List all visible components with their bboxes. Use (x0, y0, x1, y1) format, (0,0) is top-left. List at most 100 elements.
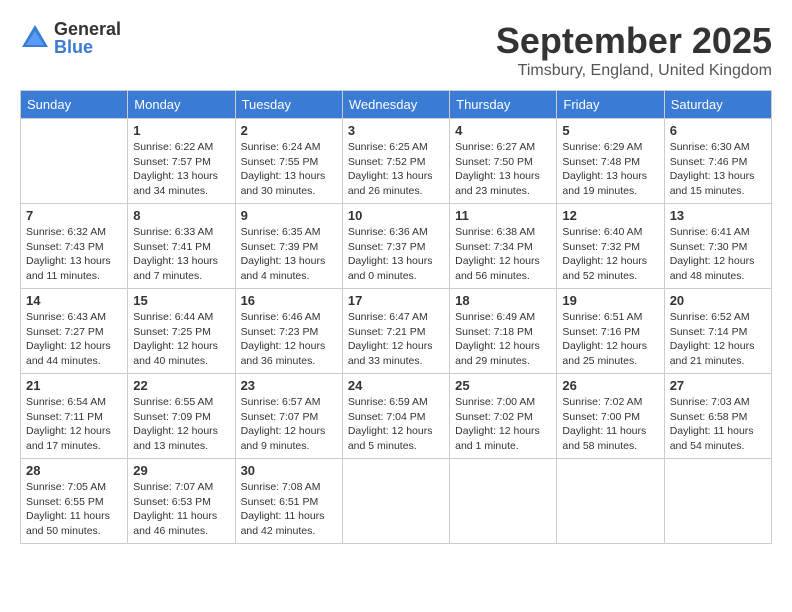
weekday-header: Thursday (450, 91, 557, 119)
day-info: Sunrise: 6:24 AM Sunset: 7:55 PM Dayligh… (241, 140, 337, 199)
page-header: General Blue September 2025 Timsbury, En… (20, 20, 772, 80)
day-info: Sunrise: 6:41 AM Sunset: 7:30 PM Dayligh… (670, 225, 766, 284)
day-info: Sunrise: 6:49 AM Sunset: 7:18 PM Dayligh… (455, 310, 551, 369)
day-info: Sunrise: 6:59 AM Sunset: 7:04 PM Dayligh… (348, 395, 444, 454)
day-info: Sunrise: 7:08 AM Sunset: 6:51 PM Dayligh… (241, 480, 337, 539)
day-info: Sunrise: 6:35 AM Sunset: 7:39 PM Dayligh… (241, 225, 337, 284)
day-info: Sunrise: 7:02 AM Sunset: 7:00 PM Dayligh… (562, 395, 658, 454)
calendar-cell: 26 Sunrise: 7:02 AM Sunset: 7:00 PM Dayli… (557, 374, 664, 459)
calendar-cell (557, 459, 664, 544)
day-number: 30 (241, 463, 337, 478)
day-info: Sunrise: 6:27 AM Sunset: 7:50 PM Dayligh… (455, 140, 551, 199)
logo-text: General Blue (54, 20, 121, 56)
day-info: Sunrise: 6:33 AM Sunset: 7:41 PM Dayligh… (133, 225, 229, 284)
day-info: Sunrise: 6:43 AM Sunset: 7:27 PM Dayligh… (26, 310, 122, 369)
calendar-cell (450, 459, 557, 544)
calendar-cell: 14 Sunrise: 6:43 AM Sunset: 7:27 PM Dayli… (21, 289, 128, 374)
day-number: 1 (133, 123, 229, 138)
day-number: 16 (241, 293, 337, 308)
calendar-cell: 22 Sunrise: 6:55 AM Sunset: 7:09 PM Dayli… (128, 374, 235, 459)
day-number: 3 (348, 123, 444, 138)
weekday-header: Tuesday (235, 91, 342, 119)
calendar-cell: 11Sunrise: 6:38 AM Sunset: 7:34 PM Dayli… (450, 204, 557, 289)
day-info: Sunrise: 6:55 AM Sunset: 7:09 PM Dayligh… (133, 395, 229, 454)
day-number: 29 (133, 463, 229, 478)
day-number: 9 (241, 208, 337, 223)
calendar-cell: 18 Sunrise: 6:49 AM Sunset: 7:18 PM Dayli… (450, 289, 557, 374)
day-info: Sunrise: 7:05 AM Sunset: 6:55 PM Dayligh… (26, 480, 122, 539)
day-number: 28 (26, 463, 122, 478)
day-info: Sunrise: 6:47 AM Sunset: 7:21 PM Dayligh… (348, 310, 444, 369)
calendar-cell: 28 Sunrise: 7:05 AM Sunset: 6:55 PM Dayli… (21, 459, 128, 544)
day-info: Sunrise: 7:03 AM Sunset: 6:58 PM Dayligh… (670, 395, 766, 454)
day-number: 10 (348, 208, 444, 223)
day-number: 23 (241, 378, 337, 393)
day-number: 8 (133, 208, 229, 223)
weekday-header-row: SundayMondayTuesdayWednesdayThursdayFrid… (21, 91, 772, 119)
day-number: 19 (562, 293, 658, 308)
day-info: Sunrise: 6:54 AM Sunset: 7:11 PM Dayligh… (26, 395, 122, 454)
calendar-cell: 24Sunrise: 6:59 AM Sunset: 7:04 PM Dayli… (342, 374, 449, 459)
day-info: Sunrise: 6:22 AM Sunset: 7:57 PM Dayligh… (133, 140, 229, 199)
day-number: 21 (26, 378, 122, 393)
day-number: 6 (670, 123, 766, 138)
calendar-cell: 10 Sunrise: 6:36 AM Sunset: 7:37 PM Dayli… (342, 204, 449, 289)
calendar-cell (664, 459, 771, 544)
calendar-cell: 30 Sunrise: 7:08 AM Sunset: 6:51 PM Dayli… (235, 459, 342, 544)
day-info: Sunrise: 6:46 AM Sunset: 7:23 PM Dayligh… (241, 310, 337, 369)
calendar-cell (21, 119, 128, 204)
calendar-cell: 4 Sunrise: 6:27 AM Sunset: 7:50 PM Daylig… (450, 119, 557, 204)
day-info: Sunrise: 6:29 AM Sunset: 7:48 PM Dayligh… (562, 140, 658, 199)
calendar-cell: 9 Sunrise: 6:35 AM Sunset: 7:39 PM Daylig… (235, 204, 342, 289)
day-info: Sunrise: 6:36 AM Sunset: 7:37 PM Dayligh… (348, 225, 444, 284)
calendar-cell: 12 Sunrise: 6:40 AM Sunset: 7:32 PM Dayli… (557, 204, 664, 289)
weekday-header: Sunday (21, 91, 128, 119)
day-number: 26 (562, 378, 658, 393)
calendar-cell: 25Sunrise: 7:00 AM Sunset: 7:02 PM Dayli… (450, 374, 557, 459)
calendar-cell: 16 Sunrise: 6:46 AM Sunset: 7:23 PM Dayli… (235, 289, 342, 374)
day-info: Sunrise: 6:44 AM Sunset: 7:25 PM Dayligh… (133, 310, 229, 369)
day-info: Sunrise: 6:57 AM Sunset: 7:07 PM Dayligh… (241, 395, 337, 454)
title-block: September 2025 Timsbury, England, United… (496, 20, 772, 80)
weekday-header: Wednesday (342, 91, 449, 119)
day-info: Sunrise: 6:40 AM Sunset: 7:32 PM Dayligh… (562, 225, 658, 284)
calendar-cell: 19 Sunrise: 6:51 AM Sunset: 7:16 PM Dayli… (557, 289, 664, 374)
calendar-cell: 15 Sunrise: 6:44 AM Sunset: 7:25 PM Dayli… (128, 289, 235, 374)
weekday-header: Monday (128, 91, 235, 119)
week-row: 21 Sunrise: 6:54 AM Sunset: 7:11 PM Dayli… (21, 374, 772, 459)
calendar-cell: 20Sunrise: 6:52 AM Sunset: 7:14 PM Dayli… (664, 289, 771, 374)
day-info: Sunrise: 6:30 AM Sunset: 7:46 PM Dayligh… (670, 140, 766, 199)
calendar-cell (342, 459, 449, 544)
day-number: 15 (133, 293, 229, 308)
day-number: 17 (348, 293, 444, 308)
logo: General Blue (20, 20, 121, 56)
location: Timsbury, England, United Kingdom (496, 62, 772, 80)
week-row: 14 Sunrise: 6:43 AM Sunset: 7:27 PM Dayli… (21, 289, 772, 374)
logo-icon (20, 23, 50, 53)
day-info: Sunrise: 6:51 AM Sunset: 7:16 PM Dayligh… (562, 310, 658, 369)
calendar-cell: 21 Sunrise: 6:54 AM Sunset: 7:11 PM Dayli… (21, 374, 128, 459)
day-number: 5 (562, 123, 658, 138)
day-info: Sunrise: 7:07 AM Sunset: 6:53 PM Dayligh… (133, 480, 229, 539)
day-number: 4 (455, 123, 551, 138)
month-title: September 2025 (496, 20, 772, 62)
calendar-cell: 7 Sunrise: 6:32 AM Sunset: 7:43 PM Daylig… (21, 204, 128, 289)
calendar-cell: 13 Sunrise: 6:41 AM Sunset: 7:30 PM Dayli… (664, 204, 771, 289)
logo-blue: Blue (54, 38, 121, 56)
day-number: 7 (26, 208, 122, 223)
day-number: 22 (133, 378, 229, 393)
day-number: 11 (455, 208, 551, 223)
day-info: Sunrise: 6:25 AM Sunset: 7:52 PM Dayligh… (348, 140, 444, 199)
calendar-cell: 17 Sunrise: 6:47 AM Sunset: 7:21 PM Dayli… (342, 289, 449, 374)
weekday-header: Saturday (664, 91, 771, 119)
calendar: SundayMondayTuesdayWednesdayThursdayFrid… (20, 90, 772, 544)
day-number: 14 (26, 293, 122, 308)
day-info: Sunrise: 6:52 AM Sunset: 7:14 PM Dayligh… (670, 310, 766, 369)
week-row: 1 Sunrise: 6:22 AM Sunset: 7:57 PM Daylig… (21, 119, 772, 204)
day-info: Sunrise: 6:32 AM Sunset: 7:43 PM Dayligh… (26, 225, 122, 284)
day-number: 18 (455, 293, 551, 308)
day-number: 13 (670, 208, 766, 223)
calendar-cell: 2Sunrise: 6:24 AM Sunset: 7:55 PM Daylig… (235, 119, 342, 204)
day-info: Sunrise: 7:00 AM Sunset: 7:02 PM Dayligh… (455, 395, 551, 454)
day-number: 12 (562, 208, 658, 223)
